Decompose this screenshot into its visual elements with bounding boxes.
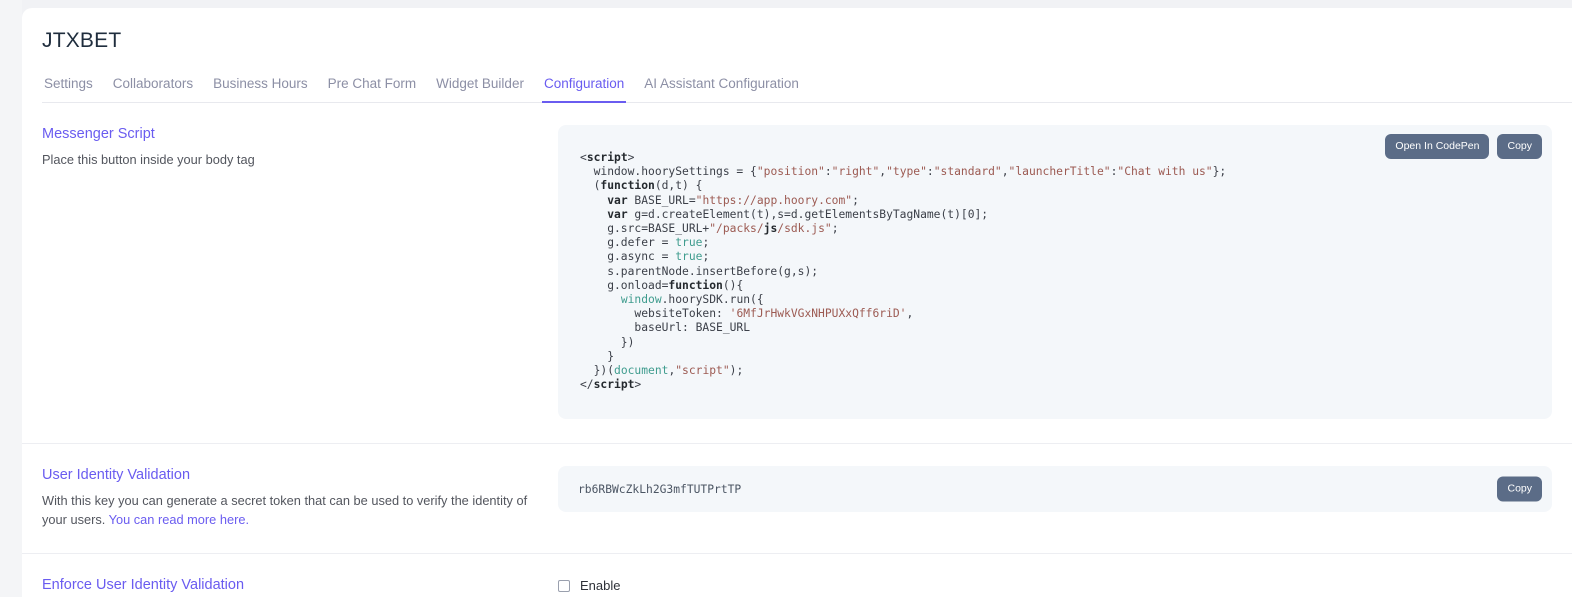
code-token: .hoorySDK.run({ bbox=[661, 293, 764, 307]
open-in-codepen-button[interactable]: Open In CodePen bbox=[1385, 134, 1490, 159]
code-token: ; bbox=[702, 250, 710, 264]
section-description-messenger-script: Place this button inside your body tag bbox=[42, 152, 255, 167]
section-user-identity-validation-info: User Identity Validation With this key y… bbox=[42, 466, 558, 529]
section-messenger-script-content: Open In CodePen Copy <script> window.hoo… bbox=[558, 125, 1552, 419]
code-token: </ bbox=[580, 378, 594, 392]
read-more-link[interactable]: You can read more here. bbox=[109, 512, 249, 527]
code-token: > bbox=[634, 378, 642, 392]
code-token: > bbox=[627, 151, 635, 164]
code-token: true bbox=[675, 250, 703, 264]
code-token: : bbox=[926, 165, 934, 179]
code-token: , bbox=[906, 307, 914, 321]
copy-token-button[interactable]: Copy bbox=[1497, 476, 1542, 502]
code-token: "position" bbox=[756, 165, 825, 179]
section-title-user-identity-validation: User Identity Validation bbox=[42, 467, 191, 483]
code-token: })( bbox=[580, 364, 615, 378]
code-token: ); bbox=[729, 364, 744, 378]
code-token: function bbox=[600, 179, 655, 193]
code-token: var bbox=[607, 207, 628, 221]
code-token: script bbox=[586, 151, 628, 164]
code-token: document bbox=[614, 364, 669, 378]
code-token: } bbox=[580, 349, 615, 363]
messenger-script-code[interactable]: <script> window.hoorySettings = {"positi… bbox=[580, 151, 1530, 392]
code-token: /sdk.js" bbox=[777, 222, 832, 236]
code-token: g.src=BASE_URL+ bbox=[580, 222, 710, 236]
section-messenger-script-info: Messenger Script Place this button insid… bbox=[42, 125, 558, 169]
code-token: ; bbox=[702, 236, 710, 250]
section-enforce-user-identity-validation-content: Enable bbox=[558, 576, 1552, 593]
code-token: , bbox=[1001, 165, 1009, 179]
enable-enforce-row[interactable]: Enable bbox=[558, 576, 1552, 593]
code-token: var bbox=[607, 193, 628, 207]
section-title-messenger-script: Messenger Script bbox=[42, 126, 155, 142]
panel-header: JTXBET Settings Collaborators Business Hou… bbox=[22, 8, 1572, 103]
tab-business-hours[interactable]: Business Hours bbox=[203, 70, 318, 102]
tab-ai-assistant-configuration[interactable]: AI Assistant Configuration bbox=[634, 70, 809, 102]
section-title-enforce-user-identity-validation: Enforce User Identity Validation bbox=[42, 577, 245, 593]
code-token: g.async = bbox=[580, 250, 676, 264]
code-token: function bbox=[668, 278, 723, 292]
messenger-script-code-card: Open In CodePen Copy <script> window.hoo… bbox=[558, 125, 1552, 419]
code-token: window bbox=[620, 293, 662, 307]
code-token: g.defer = bbox=[580, 236, 676, 250]
enable-enforce-checkbox[interactable] bbox=[558, 579, 570, 592]
code-token: : bbox=[824, 165, 832, 179]
section-enforce-user-identity-validation-info: Enforce User Identity Validation If enab… bbox=[42, 576, 558, 597]
section-enforce-user-identity-validation: Enforce User Identity Validation If enab… bbox=[22, 554, 1572, 597]
code-token: }) bbox=[580, 335, 635, 349]
code-token: (){ bbox=[722, 278, 744, 292]
settings-panel: JTXBET Settings Collaborators Business Hou… bbox=[22, 8, 1572, 597]
code-token: g.onload= bbox=[580, 278, 669, 292]
code-token: BASE_URL= bbox=[627, 193, 696, 207]
code-token: (d,t) { bbox=[654, 179, 703, 193]
code-token: baseUrl: BASE_URL bbox=[580, 321, 751, 335]
code-token: js bbox=[763, 222, 778, 236]
code-token: '6MfJrHwkVGxNHPUXxQff6riD' bbox=[729, 307, 907, 321]
messenger-script-card-actions: Open In CodePen Copy bbox=[1385, 134, 1542, 159]
enable-enforce-label: Enable bbox=[580, 578, 621, 593]
code-token: "right" bbox=[831, 165, 880, 179]
code-token: "type" bbox=[886, 165, 927, 179]
page-title: JTXBET bbox=[42, 29, 122, 52]
secret-token-card: rb6RBWcZkLh2G3mfTUTPrtTP Copy bbox=[558, 466, 1552, 512]
secret-token-card-actions: Copy bbox=[1497, 476, 1542, 502]
code-token: s.parentNode.insertBefore(g,s); bbox=[580, 264, 819, 278]
code-token: "https://app.hoory.com" bbox=[695, 193, 853, 207]
code-token: window.hoorySettings = { bbox=[580, 165, 757, 179]
left-gutter bbox=[0, 0, 22, 597]
code-token: ( bbox=[580, 179, 601, 193]
section-user-identity-validation: User Identity Validation With this key y… bbox=[22, 444, 1572, 554]
code-token: script bbox=[593, 378, 635, 392]
code-token: ; bbox=[852, 193, 859, 207]
code-token: websiteToken: bbox=[580, 307, 730, 321]
copy-script-button[interactable]: Copy bbox=[1497, 134, 1542, 159]
tab-configuration[interactable]: Configuration bbox=[534, 70, 634, 103]
code-token: < bbox=[580, 151, 587, 164]
code-token: "/packs/ bbox=[709, 222, 764, 236]
section-description-user-identity-validation: With this key you can generate a secret … bbox=[42, 491, 532, 529]
code-token: "standard" bbox=[933, 165, 1002, 179]
tab-settings[interactable]: Settings bbox=[42, 70, 103, 102]
secret-token-value[interactable]: rb6RBWcZkLh2G3mfTUTPrtTP bbox=[578, 483, 741, 496]
tab-pre-chat-form[interactable]: Pre Chat Form bbox=[318, 70, 427, 102]
section-user-identity-validation-content: rb6RBWcZkLh2G3mfTUTPrtTP Copy bbox=[558, 466, 1552, 512]
tab-bar: Settings Collaborators Business Hours Pre C… bbox=[42, 70, 1572, 103]
code-token: g=d.createElement(t),s=d.getElementsByTa… bbox=[627, 207, 989, 221]
code-token: "script" bbox=[675, 364, 730, 378]
code-token: }; bbox=[1212, 165, 1227, 179]
section-messenger-script: Messenger Script Place this button insid… bbox=[22, 103, 1572, 444]
code-token: true bbox=[675, 236, 703, 250]
code-token: ; bbox=[831, 222, 839, 236]
code-token: "launcherTitle" bbox=[1008, 165, 1111, 179]
code-token: "Chat with us" bbox=[1117, 165, 1213, 179]
app-shell: JTXBET Settings Collaborators Business Hou… bbox=[0, 0, 1572, 597]
tab-widget-builder[interactable]: Widget Builder bbox=[426, 70, 534, 102]
tab-collaborators[interactable]: Collaborators bbox=[103, 70, 203, 102]
